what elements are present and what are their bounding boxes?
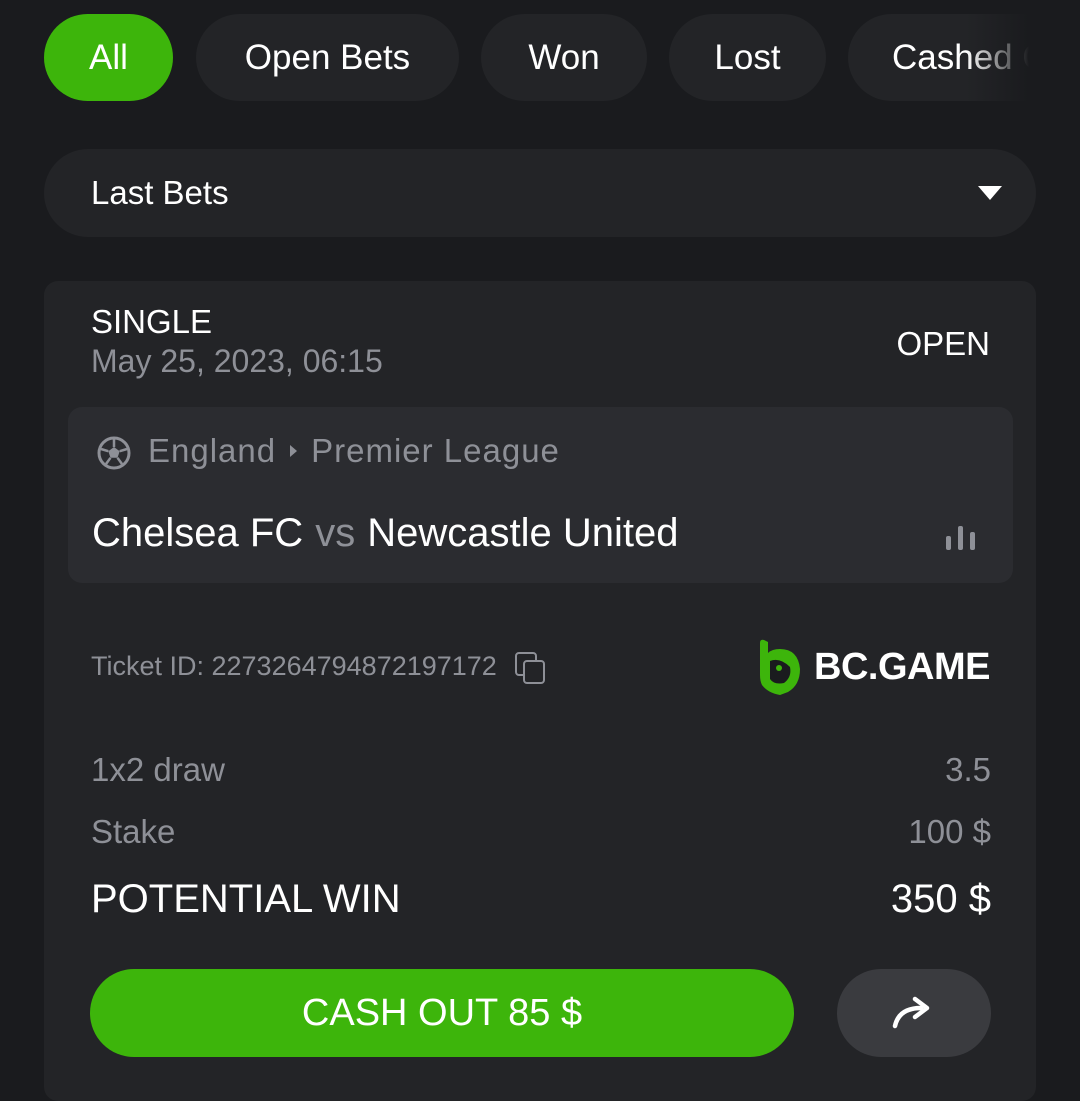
caret-down-icon <box>978 186 1002 200</box>
bet-date: May 25, 2023, 06:15 <box>91 343 383 379</box>
stake-label: Stake <box>91 813 176 850</box>
tab-won[interactable]: Won <box>481 14 647 101</box>
tab-lost[interactable]: Lost <box>669 14 826 101</box>
match-teams: Chelsea FC vs Newcastle United <box>92 511 678 556</box>
tab-all[interactable]: All <box>44 14 173 101</box>
share-arrow-icon <box>892 996 930 1029</box>
bet-type: SINGLE <box>91 303 213 340</box>
tab-open-bets[interactable]: Open Bets <box>196 14 459 101</box>
potential-win-value: 350 $ <box>890 877 991 921</box>
stake-row: Stake 100 $ <box>91 813 991 851</box>
away-team: Newcastle United <box>367 511 679 555</box>
potential-win-label: POTENTIAL WIN <box>91 877 401 921</box>
home-team: Chelsea FC <box>92 511 304 555</box>
share-button[interactable] <box>837 969 991 1057</box>
brand-name: BC.GAME <box>814 645 990 688</box>
match-panel[interactable]: England Premier League Chelsea FC vs Newca… <box>68 407 1013 583</box>
filter-tabs: All Open Bets Won Lost Cashed O <box>44 14 1036 102</box>
bc-game-logo-icon <box>760 639 801 695</box>
brand-logo: BC.GAME <box>758 639 990 695</box>
chevron-right-icon <box>290 445 298 457</box>
selection-label: 1x2 draw <box>91 751 225 788</box>
potential-win-row: POTENTIAL WIN 350 $ <box>91 877 991 922</box>
dropdown-label: Last Bets <box>91 174 229 211</box>
cash-out-button[interactable]: CASH OUT 85 $ <box>90 969 794 1057</box>
bets-period-dropdown[interactable]: Last Bets <box>44 149 1036 237</box>
selection-row: 1x2 draw 3.5 <box>91 751 991 789</box>
ticket-id: Ticket ID: 2273264794872197172 <box>91 651 545 684</box>
status-badge: OPEN <box>896 325 990 362</box>
stake-value: 100 $ <box>908 813 991 850</box>
bet-card: SINGLE May 25, 2023, 06:15 OPEN England … <box>44 281 1036 1101</box>
country-label: England <box>148 432 277 469</box>
bar-chart-icon[interactable] <box>946 524 982 550</box>
tab-cashed-out[interactable]: Cashed O <box>848 14 1036 101</box>
league-label: Premier League <box>311 432 560 469</box>
odds-value: 3.5 <box>945 751 991 788</box>
copy-icon[interactable] <box>514 651 545 684</box>
soccer-ball-icon <box>97 436 131 470</box>
ticket-id-text: Ticket ID: 2273264794872197172 <box>91 651 497 681</box>
vs-label: vs <box>315 511 356 555</box>
league-breadcrumb: England Premier League <box>148 432 560 470</box>
